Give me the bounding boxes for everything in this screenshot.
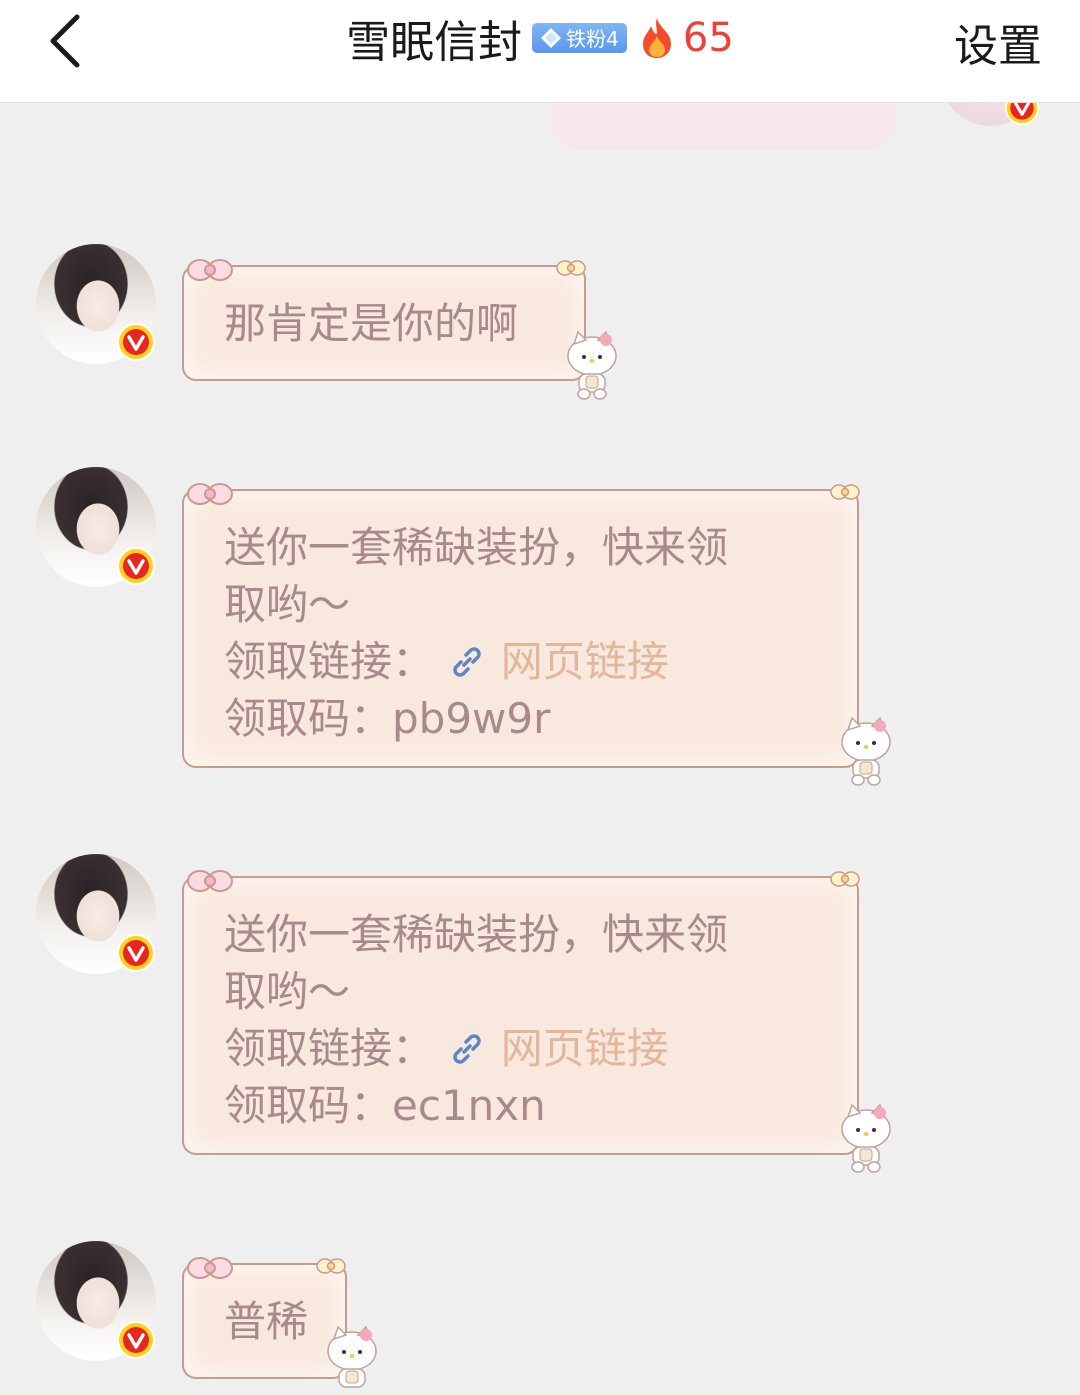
code-line: 领取码：ec1nxn: [224, 1077, 817, 1134]
verified-v-icon: [117, 323, 155, 361]
intimacy-count: 65: [637, 15, 734, 61]
bow-icon: [316, 1258, 346, 1274]
fan-badge-label: 铁粉4: [566, 27, 619, 51]
hello-kitty-icon: [567, 330, 617, 400]
link-icon: [453, 1034, 482, 1064]
link-line: 领取链接： 网页链接: [224, 1020, 817, 1077]
message-text: 取哟～: [224, 580, 351, 629]
chat-header: 雪眠信封 铁粉4 65 设置: [0, 0, 1080, 103]
code-label: 领取码：: [224, 694, 393, 743]
message-text: 送你一套稀缺装扮，快来领: [224, 910, 729, 959]
code-line: 领取码：pb9w9r: [224, 690, 817, 747]
fire-icon: [642, 17, 671, 58]
chat-title: 雪眠信封: [346, 16, 523, 68]
bow-icon: [187, 259, 233, 281]
code-label: 领取码：: [224, 1081, 393, 1130]
link-line: 领取链接： 网页链接: [224, 633, 817, 690]
message-text: 送你一套稀缺装扮，快来领: [224, 523, 729, 572]
hello-kitty-icon: [841, 1103, 891, 1173]
message-bubble[interactable]: 送你一套稀缺装扮，快来领 取哟～ 领取链接： 网页链接 领取码：pb9w9r: [182, 489, 859, 768]
message-bubble[interactable]: 那肯定是你的啊: [182, 265, 586, 381]
verified-v-icon: [117, 934, 155, 972]
message-text: 普稀: [224, 1297, 309, 1346]
claim-code: ec1nxn: [392, 1081, 546, 1130]
bow-icon: [556, 260, 586, 276]
web-link[interactable]: 网页链接: [501, 637, 669, 686]
hello-kitty-icon: [841, 716, 891, 786]
hello-kitty-icon: [327, 1325, 377, 1388]
fan-level-badge: 铁粉4: [532, 22, 627, 53]
bow-icon: [187, 870, 233, 892]
claim-code: pb9w9r: [392, 694, 551, 743]
bow-icon: [830, 484, 860, 500]
bow-icon: [187, 1257, 233, 1279]
title-group: 雪眠信封 铁粉4 65: [0, 0, 1080, 75]
settings-button[interactable]: 设置: [954, 10, 1042, 74]
bow-icon: [187, 483, 233, 505]
fire-count-value: 65: [682, 14, 734, 61]
message-text: 那肯定是你的啊: [224, 299, 519, 348]
verified-v-icon: [117, 1321, 155, 1359]
message-text: 取哟～: [224, 967, 351, 1016]
link-icon: [453, 647, 482, 677]
link-label: 领取链接：: [224, 637, 435, 686]
diamond-icon: [541, 27, 562, 48]
message-bubble[interactable]: 送你一套稀缺装扮，快来领 取哟～ 领取链接： 网页链接 领取码：ec1nxn: [182, 876, 859, 1155]
bow-icon: [830, 871, 860, 887]
link-label: 领取链接：: [224, 1024, 435, 1073]
web-link[interactable]: 网页链接: [501, 1024, 669, 1073]
verified-v-icon: [117, 547, 155, 585]
